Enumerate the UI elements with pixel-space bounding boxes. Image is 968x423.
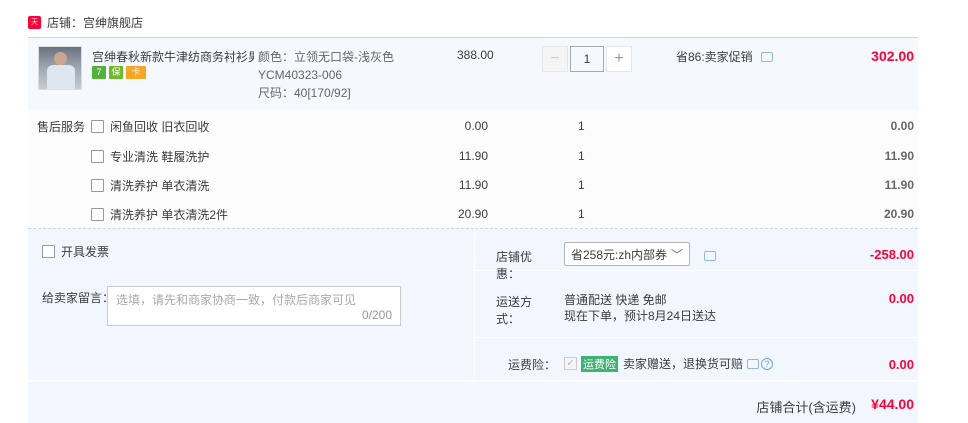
help-icon[interactable]: ?	[761, 357, 774, 370]
service-qty: 1	[578, 178, 585, 192]
service-total: 20.90	[883, 207, 914, 221]
shipping-method: 普通配送 快递 免邮	[564, 293, 667, 307]
note-placeholder: 选填，请先和商家协商一致，付款后商家可见	[116, 293, 357, 307]
product-sku: 颜色：立领无口袋-浅灰色YCM40323-006 尺码：40[170/92]	[258, 48, 433, 102]
service-price: 11.90	[458, 149, 488, 163]
promo-info: 省86:卖家促销	[676, 48, 773, 65]
quantity-stepper: − 1 +	[542, 46, 632, 72]
product-thumbnail[interactable]	[38, 46, 82, 90]
service-name: 专业清洗 鞋履洗护	[110, 149, 210, 164]
sku-size: 尺码：40[170/92]	[258, 86, 351, 100]
service-item[interactable]: 清洗养护 单衣清洗	[91, 175, 209, 195]
coupon-selected: 省258元:zh内部券	[571, 247, 668, 262]
service-total: 0.00	[890, 119, 914, 133]
product-badges: 7 保 卡	[92, 66, 146, 79]
insurance-tag: 运费险	[581, 355, 618, 372]
chat-icon[interactable]	[760, 51, 773, 62]
shipping-value: 0.00	[888, 291, 914, 306]
shipping-info: 普通配送 快递 免邮 现在下单，预计8月24日送达	[564, 292, 716, 324]
service-checkbox[interactable]	[91, 119, 104, 133]
coupon-select[interactable]: 省258元:zh内部券 ﹀	[564, 242, 690, 266]
note-char-count: 0/200	[361, 308, 392, 322]
shipping-eta: 现在下单，预计8月24日送达	[564, 309, 717, 323]
tmall-icon: 天猫	[28, 15, 41, 39]
chat-icon[interactable]	[747, 358, 760, 369]
note-label: 给卖家留言：	[42, 291, 115, 305]
increase-button[interactable]: +	[606, 46, 632, 72]
insurance-info: ✓ 运费险 卖家赠送，退换货可赔 ?	[564, 355, 774, 372]
item-subtotal: 302.00	[871, 48, 914, 64]
service-name: 清洗养护 单衣清洗2件	[110, 207, 229, 222]
chat-icon[interactable]	[704, 251, 716, 261]
shop-total-value: ¥44.00	[871, 396, 914, 412]
service-item[interactable]: 闲鱼回收 旧衣回收	[91, 116, 209, 136]
discount-value: -258.00	[869, 247, 914, 262]
product-title[interactable]: 宫绅春秋新款牛津纺商务衬衫男...	[92, 48, 254, 65]
service-total: 11.90	[884, 149, 914, 163]
service-price: 0.00	[464, 119, 488, 133]
service-qty: 1	[578, 149, 585, 163]
sku-color: 颜色：立领无口袋-浅灰色YCM40323-006	[258, 50, 394, 82]
service-price: 20.90	[457, 207, 488, 221]
service-price: 11.90	[458, 178, 488, 192]
service-qty: 1	[578, 207, 585, 221]
service-checkbox[interactable]	[91, 178, 104, 192]
insurance-checkbox: ✓	[564, 357, 577, 370]
insurance-value: 0.00	[888, 357, 914, 372]
shipping-label: 运送方式：	[496, 295, 533, 326]
services-label: 售后服务	[37, 120, 86, 134]
invoice-option[interactable]: 开具发票	[42, 243, 109, 260]
service-name: 闲鱼回收 旧衣回收	[110, 119, 210, 134]
guarantee-icon[interactable]: 保	[109, 66, 123, 79]
service-checkbox[interactable]	[91, 207, 104, 221]
seven-day-return-icon[interactable]: 7	[92, 66, 106, 79]
service-total: 11.90	[884, 178, 914, 192]
shop-header: 天猫 店铺：宫绅旗舰店	[28, 12, 143, 39]
insurance-text: 卖家赠送，退换货可赔	[623, 357, 744, 371]
service-name: 清洗养护 单衣清洗	[110, 178, 210, 193]
service-item[interactable]: 专业清洗 鞋履洗护	[91, 146, 209, 166]
shop-name[interactable]: 店铺：宫绅旗舰店	[47, 14, 143, 31]
invoice-checkbox[interactable]	[42, 245, 55, 258]
chevron-down-icon: ﹀	[670, 247, 683, 262]
service-checkbox[interactable]	[91, 149, 104, 163]
quantity-input[interactable]: 1	[570, 46, 604, 72]
unit-price: 388.00	[457, 48, 494, 62]
insurance-label: 运费险：	[508, 358, 557, 372]
promo-text: 省86:卖家促销	[676, 50, 753, 64]
service-item[interactable]: 清洗养护 单衣清洗2件	[91, 204, 228, 224]
credit-card-icon[interactable]: 卡	[126, 66, 146, 79]
service-qty: 1	[578, 119, 585, 133]
shop-total-label: 店铺合计(含运费)	[756, 400, 856, 415]
discount-label: 店铺优惠：	[496, 250, 533, 281]
decrease-button[interactable]: −	[542, 46, 568, 72]
invoice-label: 开具发票	[61, 245, 110, 259]
seller-note-input[interactable]: 选填，请先和商家协商一致，付款后商家可见 0/200	[107, 286, 401, 326]
